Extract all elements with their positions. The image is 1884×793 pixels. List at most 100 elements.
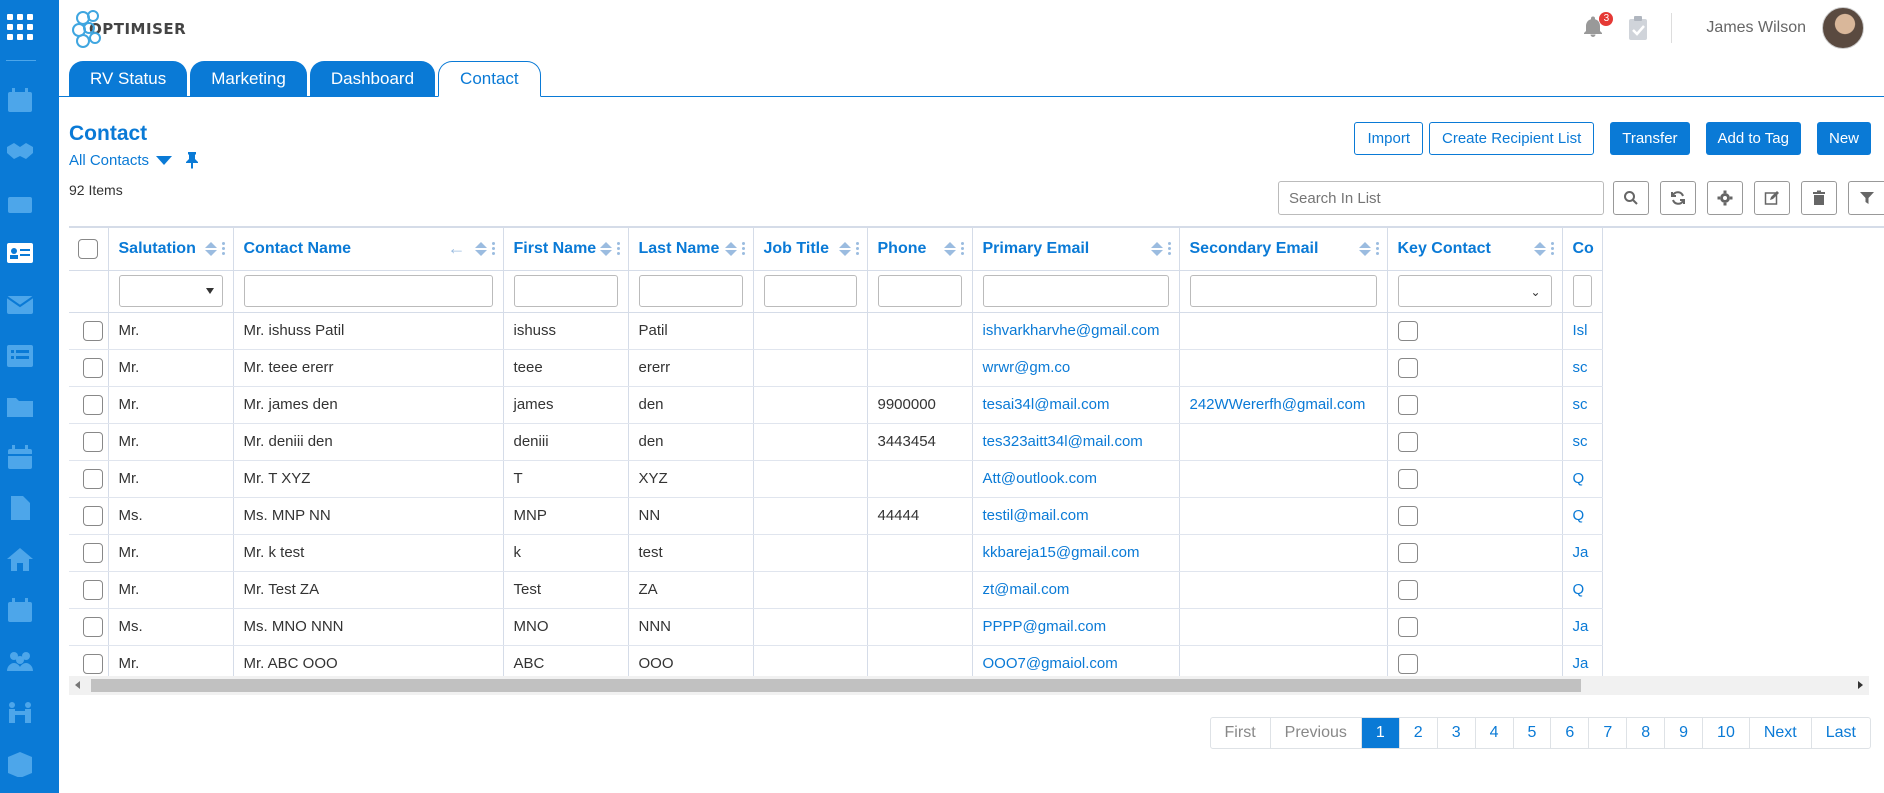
key-contact-checkbox[interactable]	[1397, 468, 1418, 489]
table-row[interactable]: Mr. Mr. teee ererr teee ererr wrwr@gm.co sc	[69, 349, 1603, 387]
column-header-contact-name[interactable]: Contact Name ←	[233, 228, 504, 271]
cell-primary-email[interactable]: ishvarkharvhe@gmail.com	[972, 312, 1180, 350]
key-contact-checkbox[interactable]	[1397, 505, 1418, 526]
table-row[interactable]: Mr. Mr. ABC OOO ABC OOO OOO7@gmaiol.com Ja	[69, 645, 1603, 676]
key-contact-checkbox[interactable]	[1397, 542, 1418, 563]
clipboard-check-icon[interactable]	[1627, 15, 1649, 41]
search-input[interactable]	[1278, 181, 1604, 215]
sidebar-item-box[interactable]	[0, 747, 40, 779]
cell-primary-email[interactable]: Att@outlook.com	[972, 460, 1180, 498]
cell-company[interactable]: Ja	[1562, 608, 1603, 646]
column-header-last-name[interactable]: Last Name	[628, 228, 754, 271]
import-button[interactable]: Import	[1354, 122, 1423, 155]
last-page-button[interactable]: Last	[1810, 718, 1870, 748]
key-contact-checkbox[interactable]	[1397, 579, 1418, 600]
settings-button[interactable]	[1707, 181, 1743, 215]
first-name-filter-input[interactable]	[513, 275, 618, 307]
delete-button[interactable]	[1801, 181, 1837, 215]
table-row[interactable]: Mr. Mr. Test ZA Test ZA zt@mail.com Q	[69, 571, 1603, 609]
next-page-button[interactable]: Next	[1748, 718, 1811, 748]
page-button-9[interactable]: 9	[1664, 718, 1702, 748]
cell-primary-email[interactable]: OOO7@gmaiol.com	[972, 645, 1180, 676]
last-name-filter-input[interactable]	[638, 275, 743, 307]
table-row[interactable]: Mr. Mr. ishuss Patil ishuss Patil ishvarkhar…	[69, 312, 1603, 350]
new-button[interactable]: New	[1816, 122, 1871, 155]
row-checkbox[interactable]	[83, 431, 104, 452]
tab-marketing[interactable]: Marketing	[190, 61, 307, 96]
column-header-co[interactable]: Co	[1562, 228, 1603, 271]
table-row[interactable]: Mr. Mr. deniii den deniii den 3443454 tes323a…	[69, 423, 1603, 461]
add-to-tag-button[interactable]: Add to Tag	[1705, 122, 1801, 155]
search-button[interactable]	[1613, 181, 1649, 215]
cell-company[interactable]: Q	[1562, 571, 1603, 609]
sort-icon[interactable]	[1533, 241, 1546, 256]
select-all-checkbox[interactable]	[78, 238, 99, 259]
first-page-button[interactable]: First	[1211, 718, 1270, 748]
column-menu-icon[interactable]	[491, 242, 495, 256]
column-menu-icon[interactable]	[741, 242, 745, 256]
column-header-secondary-email[interactable]: Secondary Email	[1179, 228, 1388, 271]
table-row[interactable]: Mr. Mr. k test k test kkbareja15@gmail.com Ja	[69, 534, 1603, 572]
sidebar-item-people-group[interactable]	[0, 696, 40, 728]
cell-secondary-email[interactable]	[1179, 497, 1388, 535]
row-checkbox[interactable]	[83, 468, 104, 489]
sort-icon[interactable]	[474, 241, 487, 256]
column-menu-icon[interactable]	[855, 242, 859, 256]
row-checkbox[interactable]	[83, 357, 104, 378]
cell-secondary-email[interactable]	[1179, 423, 1388, 461]
app-logo[interactable]: OPTIMISER	[69, 6, 186, 52]
apps-grid-icon[interactable]	[7, 14, 33, 40]
row-checkbox[interactable]	[83, 542, 104, 563]
sidebar-item-home[interactable]	[0, 543, 40, 575]
cell-secondary-email[interactable]	[1179, 349, 1388, 387]
table-row[interactable]: Mr. Mr. T XYZ T XYZ Att@outlook.com Q	[69, 460, 1603, 498]
column-header-primary-email[interactable]: Primary Email	[972, 228, 1180, 271]
tab-rv-status[interactable]: RV Status	[69, 61, 188, 96]
page-button-7[interactable]: 7	[1588, 718, 1626, 748]
notifications-button[interactable]: 3	[1581, 12, 1614, 41]
key-contact-filter-select[interactable]: ⌄	[1397, 275, 1552, 307]
cell-company[interactable]: Ja	[1562, 645, 1603, 676]
column-header-first-name[interactable]: First Name	[503, 228, 629, 271]
cell-primary-email[interactable]: tes323aitt34l@mail.com	[972, 423, 1180, 461]
column-menu-icon[interactable]	[1550, 242, 1554, 256]
page-button-1[interactable]: 1	[1360, 718, 1399, 748]
tab-contact[interactable]: Contact	[438, 61, 541, 97]
cell-company[interactable]: Isl	[1562, 312, 1603, 350]
sidebar-item-envelope[interactable]	[0, 288, 40, 320]
sort-icon[interactable]	[943, 241, 956, 256]
job-title-filter-input[interactable]	[763, 275, 857, 307]
user-name[interactable]: James Wilson	[1706, 19, 1806, 37]
column-menu-icon[interactable]	[616, 242, 620, 256]
cell-company[interactable]: sc	[1562, 349, 1603, 387]
row-checkbox[interactable]	[83, 320, 104, 341]
sidebar-item-users[interactable]	[0, 645, 40, 677]
cell-primary-email[interactable]: wrwr@gm.co	[972, 349, 1180, 387]
previous-page-button[interactable]: Previous	[1269, 718, 1361, 748]
secondary-email-filter-input[interactable]	[1189, 275, 1377, 307]
sort-icon[interactable]	[599, 241, 612, 256]
avatar[interactable]	[1822, 7, 1864, 49]
column-menu-icon[interactable]	[960, 242, 964, 256]
sidebar-item-calendar-alt[interactable]	[0, 441, 40, 473]
table-row[interactable]: Mr. Mr. james den james den 9900000 tesai34l@…	[69, 386, 1603, 424]
cell-secondary-email[interactable]	[1179, 460, 1388, 498]
column-header-job-title[interactable]: Job Title	[753, 228, 868, 271]
primary-email-filter-input[interactable]	[982, 275, 1169, 307]
co-filter-input[interactable]	[1572, 275, 1592, 307]
key-contact-checkbox[interactable]	[1397, 320, 1418, 341]
cell-secondary-email[interactable]	[1179, 312, 1388, 350]
page-button-8[interactable]: 8	[1626, 718, 1664, 748]
table-row[interactable]: Ms. Ms. MNP NN MNP NN 44444 testil@mail.com Q	[69, 497, 1603, 535]
row-checkbox[interactable]	[83, 505, 104, 526]
sort-icon[interactable]	[724, 241, 737, 256]
column-header-key-contact[interactable]: Key Contact	[1387, 228, 1563, 271]
cell-primary-email[interactable]: PPPP@gmail.com	[972, 608, 1180, 646]
row-checkbox[interactable]	[83, 394, 104, 415]
sidebar-item-folder[interactable]	[0, 390, 40, 422]
create-recipient-list-button[interactable]: Create Recipient List	[1429, 122, 1595, 155]
key-contact-checkbox[interactable]	[1397, 394, 1418, 415]
page-button-4[interactable]: 4	[1474, 718, 1513, 748]
sidebar-item-list[interactable]	[0, 339, 40, 371]
key-contact-checkbox[interactable]	[1397, 653, 1418, 674]
